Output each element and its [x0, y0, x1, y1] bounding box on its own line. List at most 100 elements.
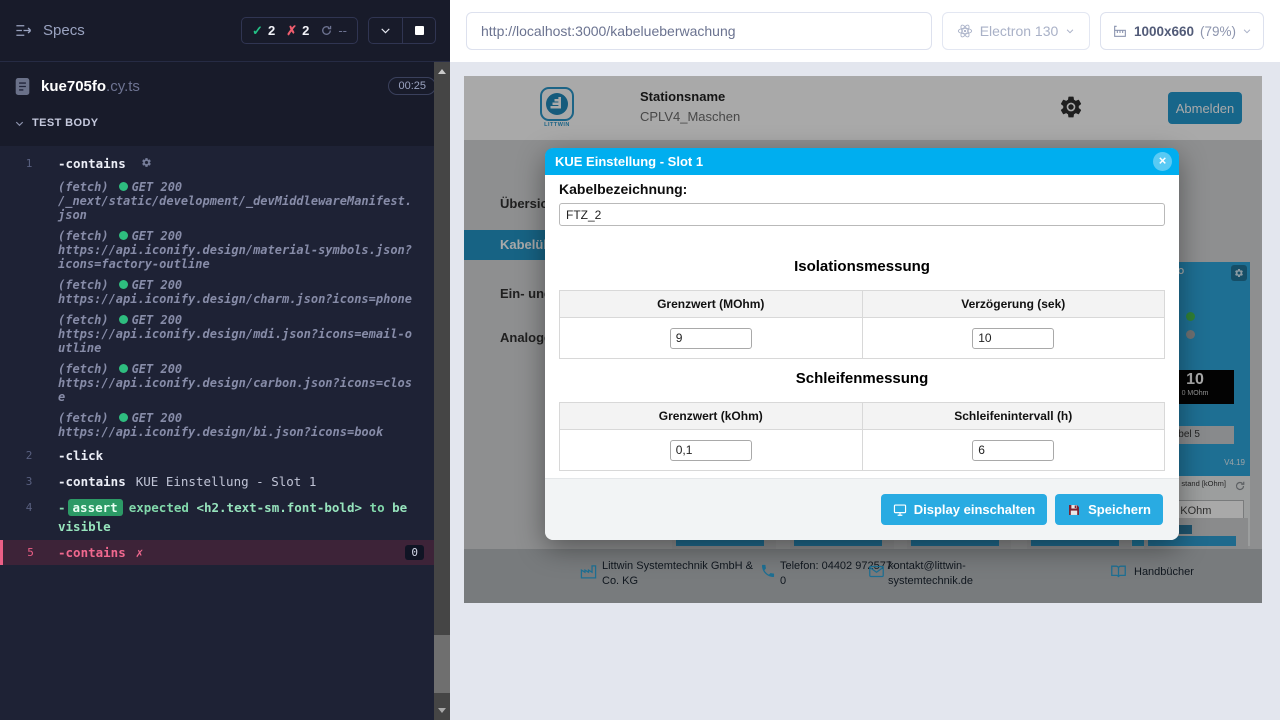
reporter-header: Specs ✓2 ✗2 --	[0, 0, 450, 62]
viewport-zoom: (79%)	[1200, 24, 1236, 39]
viewport-selector[interactable]: 1000x660 (79%)	[1100, 12, 1264, 50]
save-floppy-icon	[1067, 503, 1081, 517]
fetch-log-row[interactable]: (fetch)GET 200/_next/static/development/…	[0, 177, 434, 225]
fetch-url: https://api.iconify.design/charm.json?ic…	[58, 292, 418, 306]
scroll-down-arrow-icon[interactable]	[438, 708, 446, 713]
x-icon: ✗	[286, 23, 297, 39]
spec-timer: 00:25	[388, 77, 436, 95]
chevron-down-icon	[14, 118, 25, 129]
fetch-log-text: (fetch)GET 200https://api.iconify.design…	[58, 362, 424, 404]
status-dot	[119, 413, 128, 422]
stat-failed: ✗2	[286, 23, 309, 39]
cypress-reporter-panel: Specs ✓2 ✗2 -- kue705fo.cy.ts 00:25 TEST…	[0, 0, 450, 720]
fetch-log-row[interactable]: (fetch)GET 200https://api.iconify.design…	[0, 408, 434, 442]
loop-col-grenzwert: Grenzwert (kOhm)	[560, 403, 863, 430]
command-number: 2	[0, 446, 58, 465]
chevron-down-icon	[379, 24, 392, 37]
loop-grenzwert-input[interactable]	[670, 440, 752, 461]
browser-selector[interactable]: Electron 130	[942, 12, 1090, 50]
fetch-url: https://api.iconify.design/carbon.json?i…	[58, 376, 418, 404]
kue-settings-modal: KUE Einstellung - Slot 1 × Kabelbezeichn…	[545, 148, 1179, 540]
fetch-log-text: (fetch)GET 200/_next/static/development/…	[58, 180, 424, 222]
fetch-log-row[interactable]: (fetch)GET 200https://api.iconify.design…	[0, 226, 434, 274]
fetch-log-text: (fetch)GET 200https://api.iconify.design…	[58, 229, 424, 271]
fetch-log-row[interactable]: (fetch)GET 200https://api.iconify.design…	[0, 359, 434, 407]
spec-file-icon	[14, 77, 31, 96]
isolation-verzoegerung-input[interactable]	[972, 328, 1054, 349]
command-contains-1[interactable]: 1 -contains	[0, 151, 434, 176]
stop-button[interactable]	[402, 18, 435, 43]
status-dot	[119, 364, 128, 373]
runner-topbar: Electron 130 1000x660 (79%)	[450, 0, 1280, 62]
chevron-down-icon	[1242, 26, 1252, 36]
save-button[interactable]: Speichern	[1055, 494, 1163, 525]
fetch-log-text: (fetch)GET 200https://api.iconify.design…	[58, 313, 424, 355]
fetch-url: https://api.iconify.design/mdi.json?icon…	[58, 327, 418, 355]
command-text: -click	[58, 446, 424, 465]
reporter-scrollbar[interactable]	[434, 62, 450, 720]
electron-icon	[957, 23, 973, 39]
command-contains-failed[interactable]: 5 -contains✗ 0	[0, 540, 434, 565]
monitor-icon	[893, 503, 907, 517]
close-icon[interactable]: ×	[1153, 152, 1172, 171]
assert-element: <h2.text-sm.font-bold>	[196, 500, 362, 515]
reporter-controls	[368, 17, 436, 44]
app-preview-area: LITTWIN Stationsname CPLV4_Maschen Abmel…	[450, 62, 1280, 720]
loop-table: Grenzwert (kOhm) Schleifenintervall (h)	[559, 402, 1165, 471]
command-log: 1 -contains (fetch)GET 200/_next/static/…	[0, 146, 434, 720]
chevron-down-icon	[1065, 26, 1075, 36]
collapse-button[interactable]	[369, 18, 402, 43]
command-contains-3[interactable]: 3 -containsKUE Einstellung - Slot 1	[0, 469, 434, 494]
assert-badge: assert	[68, 499, 123, 516]
spec-row[interactable]: kue705fo.cy.ts 00:25	[0, 65, 450, 107]
url-input[interactable]	[466, 12, 932, 50]
command-assert[interactable]: 4 -assertexpected <h2.text-sm.font-bold>…	[0, 495, 434, 539]
status-dot	[119, 315, 128, 324]
refresh-icon	[320, 24, 333, 37]
status-dot	[119, 280, 128, 289]
command-click[interactable]: 2 -click	[0, 443, 434, 468]
scrollbar-thumb[interactable]	[434, 635, 450, 693]
browser-name: Electron 130	[980, 23, 1059, 39]
isolation-grenzwert-input[interactable]	[670, 328, 752, 349]
assert-text: -assertexpected <h2.text-sm.font-bold> t…	[58, 498, 424, 536]
command-argument: KUE Einstellung - Slot 1	[136, 474, 317, 489]
command-number: 5	[3, 543, 58, 562]
status-dot	[119, 182, 128, 191]
fetch-url: https://api.iconify.design/bi.json?icons…	[58, 425, 418, 439]
section-title: TEST BODY	[32, 117, 99, 129]
spec-ext: .cy.ts	[106, 78, 140, 95]
command-text: -containsKUE Einstellung - Slot 1	[58, 472, 424, 491]
ruler-icon	[1112, 23, 1128, 39]
scroll-up-arrow-icon[interactable]	[438, 69, 446, 74]
stat-pending: --	[320, 23, 347, 38]
fetch-log-text: (fetch)GET 200https://api.iconify.design…	[58, 411, 424, 439]
command-text: -contains	[58, 154, 424, 173]
command-text: -contains✗	[58, 543, 424, 562]
fetch-log-row[interactable]: (fetch)GET 200https://api.iconify.design…	[0, 310, 434, 358]
display-on-button[interactable]: Display einschalten	[881, 494, 1047, 525]
isolation-col-verzoegerung: Verzögerung (sek)	[862, 291, 1165, 318]
fetch-log-row[interactable]: (fetch)GET 200https://api.iconify.design…	[0, 275, 434, 309]
command-number: 4	[0, 498, 58, 536]
loop-col-intervall: Schleifenintervall (h)	[862, 403, 1165, 430]
modal-footer: Display einschalten Speichern	[545, 478, 1179, 540]
modal-title: KUE Einstellung - Slot 1	[545, 148, 1179, 175]
stop-icon	[415, 26, 424, 35]
loop-section-title: Schleifenmessung	[545, 370, 1179, 387]
app-under-test: LITTWIN Stationsname CPLV4_Maschen Abmel…	[464, 76, 1262, 603]
isolation-col-grenzwert: Grenzwert (MOhm)	[560, 291, 863, 318]
fetch-url: /_next/static/development/_devMiddleware…	[58, 194, 418, 222]
failed-count: 2	[302, 23, 309, 38]
loop-intervall-input[interactable]	[972, 440, 1054, 461]
isolation-section-title: Isolationsmessung	[545, 258, 1179, 275]
stat-passed: ✓2	[252, 23, 275, 39]
test-body-section-header[interactable]: TEST BODY	[0, 107, 450, 135]
fail-count-badge: 0	[405, 545, 424, 560]
status-dot	[119, 231, 128, 240]
cable-name-input[interactable]	[559, 203, 1165, 226]
check-icon: ✓	[252, 23, 263, 39]
specs-menu-icon[interactable]	[14, 21, 33, 40]
isolation-table: Grenzwert (MOhm) Verzögerung (sek)	[559, 290, 1165, 359]
test-stats: ✓2 ✗2 --	[241, 17, 358, 44]
